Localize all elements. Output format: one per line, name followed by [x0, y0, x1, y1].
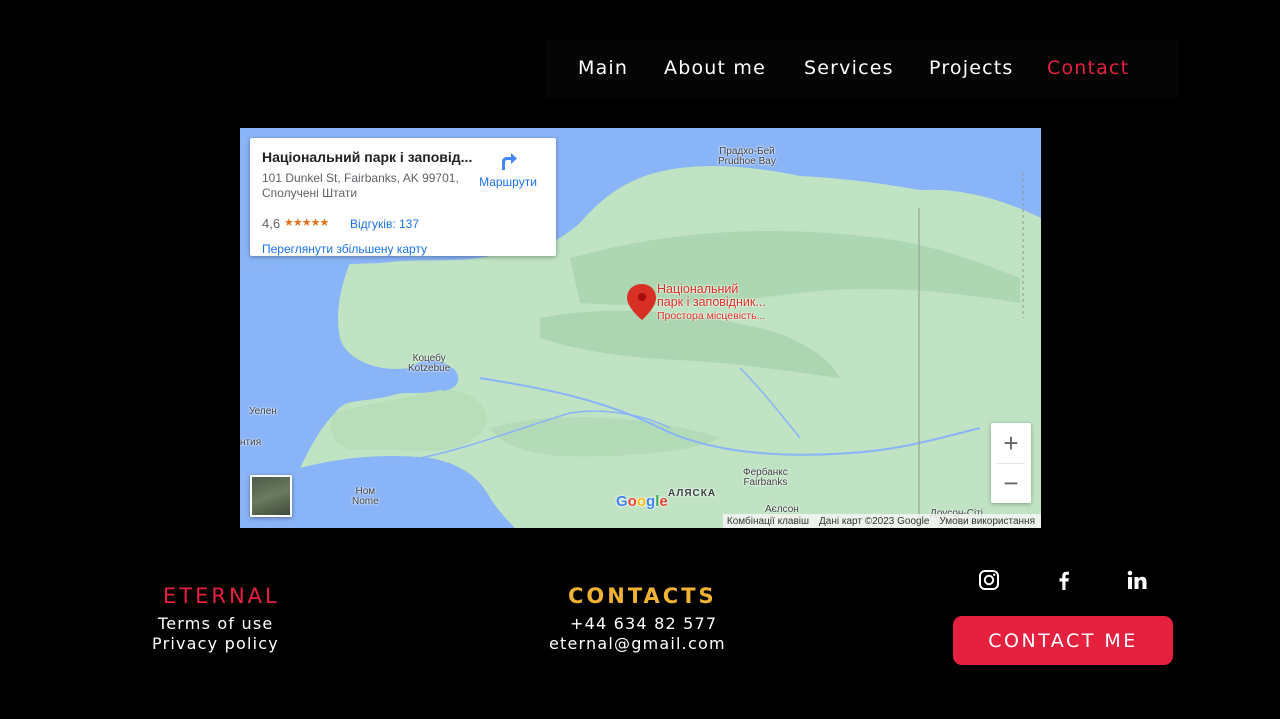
nav-about-me[interactable]: About me: [664, 57, 766, 79]
place-info-card: Національний парк і заповід... 101 Dunke…: [250, 138, 556, 256]
satellite-toggle[interactable]: [250, 475, 292, 517]
nav-contact[interactable]: Contact: [1047, 57, 1129, 79]
label-fairbanks-en: Fairbanks: [743, 477, 788, 488]
directions-label: Маршрути: [479, 175, 537, 189]
footer-brand: ETERNAL: [163, 584, 280, 608]
label-chukotka: нтия: [240, 437, 262, 448]
embedded-map[interactable]: Прадхо-Бей Prudhoe Bay Коцебу Kotzebue Н…: [240, 128, 1041, 528]
zoom-out-button[interactable]: −: [991, 463, 1031, 503]
pin-label-line1: Національний: [657, 282, 739, 296]
place-address: 101 Dunkel St, Fairbanks, AK 99701, Спол…: [262, 171, 459, 200]
label-nome-en: Nome: [352, 496, 379, 507]
instagram-icon[interactable]: [978, 569, 1000, 591]
contact-me-button[interactable]: CONTACT ME: [953, 616, 1173, 665]
terms-of-use-map-link[interactable]: Умови використання: [939, 516, 1035, 527]
label-kotzebue-en: Kotzebue: [408, 363, 451, 374]
reviews-link[interactable]: Відгуків: 137: [350, 217, 419, 231]
contacts-heading: CONTACTS: [568, 584, 717, 608]
label-alaska: АЛЯСКА: [668, 488, 717, 499]
main-nav: Main About me Services Projects Contact: [545, 40, 1179, 98]
view-larger-map-link[interactable]: Переглянути збільшену карту: [262, 242, 427, 256]
rating-stars-icon: ★★★★★: [284, 217, 329, 229]
nav-main[interactable]: Main: [578, 57, 628, 79]
facebook-icon[interactable]: [1053, 569, 1075, 591]
privacy-policy-link[interactable]: Privacy policy: [152, 634, 279, 653]
place-rating: 4,6: [262, 216, 281, 231]
map-data-text: Дані карт ©2023 Google: [819, 515, 930, 527]
place-title: Національний парк і заповід...: [262, 149, 473, 165]
zoom-controls: + −: [991, 423, 1031, 503]
map-pin-label[interactable]: Національний парк і заповідник... Просто…: [657, 283, 766, 323]
nav-projects[interactable]: Projects: [929, 57, 1014, 79]
map-attribution: Комбінації клавіш Дані карт ©2023 Google…: [722, 514, 1041, 528]
nav-services[interactable]: Services: [804, 57, 894, 79]
pin-label-line2: парк і заповідник...: [657, 295, 766, 309]
keyboard-shortcuts-link[interactable]: Комбінації клавіш: [727, 516, 809, 527]
terms-of-use-link[interactable]: Terms of use: [158, 614, 273, 633]
google-logo: Google: [616, 493, 668, 510]
label-welen: Уелен: [249, 406, 277, 417]
zoom-in-button[interactable]: +: [991, 423, 1031, 463]
phone-link[interactable]: +44 634 82 577: [570, 614, 717, 633]
linkedin-icon[interactable]: [1126, 569, 1148, 591]
label-prudhoe-en: Prudhoe Bay: [718, 156, 776, 167]
email-link[interactable]: eternal@gmail.com: [549, 634, 726, 653]
pin-label-line3: Простора місцевість...: [657, 310, 766, 322]
directions-icon: [502, 153, 517, 170]
